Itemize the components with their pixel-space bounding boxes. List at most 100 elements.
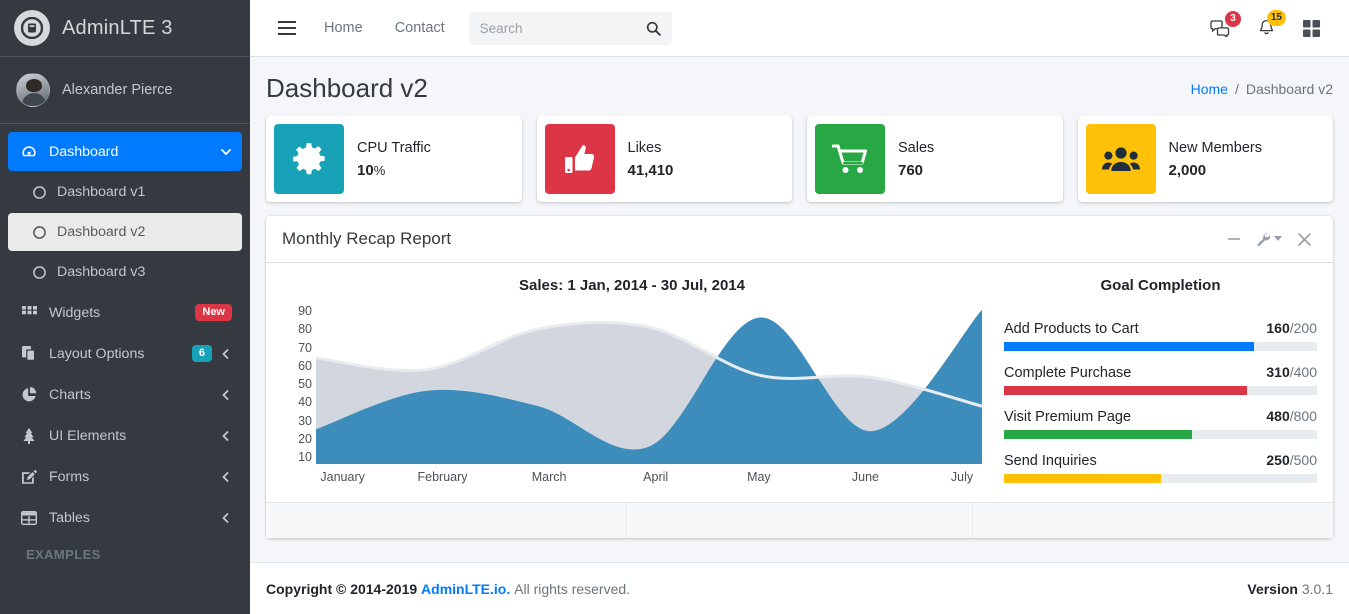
y-tick: 90 xyxy=(298,304,312,318)
sidebar-item-widgets[interactable]: Widgets New xyxy=(8,293,242,332)
info-box-content: Sales 760 xyxy=(885,140,934,179)
info-box-new-members[interactable]: New Members 2,000 xyxy=(1077,116,1333,202)
goal-total: 200 xyxy=(1293,320,1317,336)
x-tick: July xyxy=(950,470,974,484)
sidebar-item-dashboard[interactable]: Dashboard xyxy=(8,132,242,171)
goal-total: 800 xyxy=(1293,408,1317,424)
pie-chart-icon xyxy=(18,386,40,403)
circle-icon xyxy=(30,185,48,200)
hamburger-icon[interactable] xyxy=(268,15,308,41)
user-panel[interactable]: Alexander Pierce xyxy=(0,57,250,124)
sidebar-nav: Dashboard Dashboard v1 Dashboard v2 Dash… xyxy=(0,124,250,562)
breadcrumb: Home / Dashboard v2 xyxy=(1191,81,1333,97)
adminlte-link[interactable]: AdminLTE.io. xyxy=(421,581,510,597)
goal-row: Complete Purchase 310/400 xyxy=(1004,364,1317,381)
progress-track xyxy=(1004,430,1317,439)
goal-label: Send Inquiries xyxy=(1004,453,1097,469)
users-icon xyxy=(1085,124,1156,194)
content: CPU Traffic 10% Likes 41,410 Sales 760 N… xyxy=(250,116,1349,562)
info-box-sales[interactable]: Sales 760 xyxy=(807,116,1063,202)
info-box-number: 2,000 xyxy=(1168,161,1207,179)
thumbs-up-icon xyxy=(544,124,615,194)
goal-total: 400 xyxy=(1293,364,1317,380)
sidebar-item-label: Dashboard v1 xyxy=(57,184,146,200)
sidebar-item-charts[interactable]: Charts xyxy=(8,375,242,414)
table-icon xyxy=(18,510,40,525)
sidebar-item-dashboard-v3[interactable]: Dashboard v3 xyxy=(8,253,242,291)
info-box-content: New Members 2,000 xyxy=(1156,140,1262,179)
goal-label: Complete Purchase xyxy=(1004,365,1132,381)
page-title: Dashboard v2 xyxy=(266,73,428,103)
navbar-link-home[interactable]: Home xyxy=(308,12,379,44)
sidebar-item-dashboard-v1[interactable]: Dashboard v1 xyxy=(8,173,242,211)
chart-title: Sales: 1 Jan, 2014 - 30 Jul, 2014 xyxy=(519,277,745,294)
main-area: Home Contact 3 xyxy=(250,0,1349,614)
y-tick: 80 xyxy=(298,322,312,337)
brand-name: AdminLTE 3 xyxy=(62,16,173,39)
search-box[interactable] xyxy=(468,11,672,45)
info-box-cpu-traffic[interactable]: CPU Traffic 10% xyxy=(266,116,522,202)
y-tick: 50 xyxy=(298,377,312,391)
info-box-content: CPU Traffic 10% xyxy=(344,140,431,179)
breadcrumb-current: Dashboard v2 xyxy=(1245,80,1333,97)
goal-value: 160/200 xyxy=(1266,320,1317,336)
info-box-number: 10 xyxy=(357,161,374,179)
chart-wrapper: 90 80 70 60 50 40 30 20 10 January Febru… xyxy=(282,304,982,494)
sidebar-section-header: EXAMPLES xyxy=(26,547,101,562)
sidebar-item-tables[interactable]: Tables xyxy=(8,498,242,537)
tree-icon xyxy=(18,427,40,444)
goal-completion: Goal Completion Add Products to Cart 160… xyxy=(982,277,1317,496)
minus-icon[interactable] xyxy=(1221,226,1247,252)
sidebar-item-forms[interactable]: Forms xyxy=(8,457,242,496)
notifications-button[interactable]: 15 xyxy=(1245,10,1288,45)
progress-track xyxy=(1004,386,1317,395)
circle-icon xyxy=(30,225,48,240)
breadcrumb-home[interactable]: Home xyxy=(1191,81,1228,97)
sidebar-item-ui-elements[interactable]: UI Elements xyxy=(8,416,242,455)
sidebar-item-label: Dashboard v3 xyxy=(57,264,146,280)
status-badge: New xyxy=(195,304,232,321)
times-icon[interactable] xyxy=(1291,226,1317,252)
brand-link[interactable]: AdminLTE 3 xyxy=(0,0,250,57)
messages-badge: 3 xyxy=(1225,10,1241,27)
search-icon[interactable] xyxy=(646,21,661,36)
chevron-left-icon xyxy=(220,389,232,400)
sidebar-item-dashboard-v2[interactable]: Dashboard v2 xyxy=(8,213,242,251)
chevron-down-icon xyxy=(220,147,232,157)
search-input[interactable] xyxy=(479,20,646,36)
sidebar-item-label: Layout Options xyxy=(49,345,145,362)
chart-x-axis: January February March April May June Ju… xyxy=(316,470,982,488)
sidebar-item-layout-options[interactable]: Layout Options 6 xyxy=(8,334,242,373)
x-tick: April xyxy=(643,470,669,484)
circle-icon xyxy=(30,265,48,280)
goal-label: Add Products to Cart xyxy=(1004,321,1139,337)
notifications-badge: 15 xyxy=(1266,10,1286,26)
card-footer-segment xyxy=(282,503,628,538)
card-footer xyxy=(266,502,1333,538)
goal-completion-title: Goal Completion xyxy=(1100,277,1221,294)
wrench-icon[interactable] xyxy=(1251,226,1287,252)
info-box-text: Likes xyxy=(627,139,662,156)
goal-current: 310 xyxy=(1266,364,1290,380)
caret-down-icon xyxy=(1274,236,1282,241)
gear-icon xyxy=(274,124,344,194)
x-tick: February xyxy=(417,470,468,484)
chevron-left-icon xyxy=(220,430,232,441)
chevron-left-icon xyxy=(220,471,232,482)
copyright-suffix: All rights reserved. xyxy=(514,580,631,597)
y-tick: 30 xyxy=(298,413,312,428)
chart-plot-area xyxy=(316,304,982,464)
goal-item-visit-premium-page: Visit Premium Page 480/800 xyxy=(1004,408,1317,439)
goal-value: 250/500 xyxy=(1266,452,1317,468)
chevron-left-icon xyxy=(220,348,232,359)
goal-item-complete-purchase: Complete Purchase 310/400 xyxy=(1004,364,1317,395)
edit-icon xyxy=(18,469,40,485)
sidebar-submenu-dashboard: Dashboard v1 Dashboard v2 Dashboard v3 xyxy=(8,173,242,291)
version-info: Version 3.0.1 xyxy=(1247,581,1333,597)
th-large-icon[interactable] xyxy=(1290,12,1333,45)
progress-bar xyxy=(1004,474,1161,483)
info-box-likes[interactable]: Likes 41,410 xyxy=(536,116,792,202)
navbar-link-contact[interactable]: Contact xyxy=(379,12,461,44)
goal-row: Visit Premium Page 480/800 xyxy=(1004,408,1317,425)
messages-button[interactable]: 3 xyxy=(1197,10,1243,45)
